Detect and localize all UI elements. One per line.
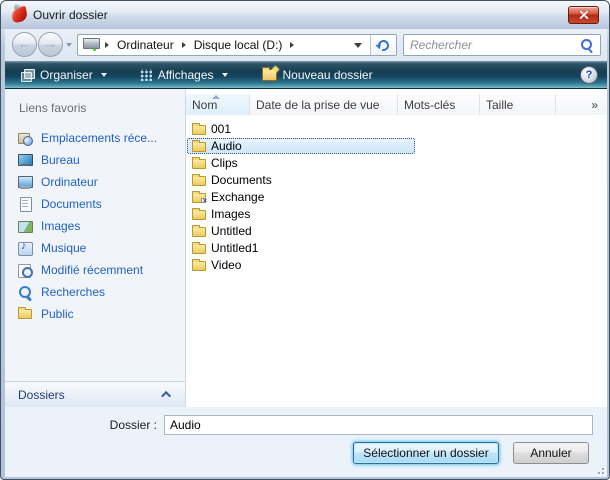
sidebar-item-documents[interactable]: Documents <box>5 193 185 215</box>
drive-icon <box>83 37 100 53</box>
folder-name-label: Dossier : <box>109 418 157 432</box>
recently-modified-icon <box>17 262 33 278</box>
command-toolbar: Organiser Affichages Nouveau dossier ? <box>5 61 607 89</box>
sidebar-item-recently-modified[interactable]: Modifié récemment <box>5 259 185 281</box>
folders-label: Dossiers <box>18 387 65 402</box>
refresh-icon <box>375 37 392 53</box>
file-row-video[interactable]: Video <box>186 256 607 273</box>
resize-grip[interactable] <box>594 464 604 474</box>
sidebar-item-recent-places[interactable]: Emplacements réce... <box>5 127 185 149</box>
recent-places-icon <box>17 130 33 146</box>
favorites-sidebar: Liens favoris Emplacements réce... Burea… <box>5 89 186 407</box>
column-header-taille[interactable]: Taille <box>480 94 556 115</box>
new-folder-icon <box>261 66 277 81</box>
folder-icon <box>192 156 206 169</box>
music-icon <box>17 240 33 256</box>
sidebar-item-computer[interactable]: Ordinateur <box>5 171 185 193</box>
new-folder-button[interactable]: Nouveau dossier <box>253 64 382 86</box>
search-box <box>403 34 601 56</box>
breadcrumb-arrow-icon[interactable] <box>105 42 109 48</box>
file-row-untitled[interactable]: Untitled <box>186 222 607 239</box>
public-folder-icon <box>17 306 33 322</box>
back-button[interactable]: ← <box>12 32 37 57</box>
file-row-untitled1[interactable]: Untitled1 <box>186 239 607 256</box>
images-icon <box>17 218 33 234</box>
search-input[interactable] <box>404 36 580 54</box>
organize-button[interactable]: Organiser <box>11 64 116 86</box>
chevron-down-icon <box>100 72 107 77</box>
titlebar[interactable]: Ouvrir dossier <box>1 1 609 29</box>
file-row-documents[interactable]: Documents <box>186 171 607 188</box>
file-row-001[interactable]: 001 <box>186 120 607 137</box>
folders-expander[interactable]: Dossiers <box>5 381 185 407</box>
address-dropdown-icon[interactable] <box>354 42 362 48</box>
new-folder-label: Nouveau dossier <box>282 67 373 82</box>
documents-icon <box>17 196 33 212</box>
breadcrumb-item-disque-local[interactable]: Disque local (D:) <box>192 36 285 54</box>
exchange-folder-icon <box>192 190 206 203</box>
organize-icon <box>20 68 35 82</box>
folder-icon <box>192 258 206 271</box>
chevron-up-icon <box>161 390 172 401</box>
file-row-exchange[interactable]: Exchange <box>186 188 607 205</box>
breadcrumb-item-ordinateur[interactable]: Ordinateur <box>115 36 176 54</box>
select-folder-button[interactable]: Sélectionner un dossier <box>353 442 499 464</box>
breadcrumb: Ordinateur Disque local (D:) <box>78 35 370 55</box>
folder-icon <box>192 139 206 152</box>
organize-label: Organiser <box>40 67 93 82</box>
sidebar-item-desktop[interactable]: Bureau <box>5 149 185 171</box>
exchange-overlay-icon <box>201 197 206 203</box>
file-list: Nom Date de la prise de vue Mots-clés Ta… <box>186 89 607 407</box>
desktop-icon <box>17 152 33 168</box>
views-label: Affichages <box>157 67 214 82</box>
close-button[interactable] <box>568 6 599 24</box>
folder-icon <box>192 122 206 135</box>
cancel-button[interactable]: Annuler <box>513 442 589 464</box>
history-dropdown-icon[interactable] <box>66 43 72 47</box>
search-icon[interactable] <box>580 38 594 52</box>
app-icon <box>9 5 29 24</box>
dialog-footer: Dossier : Sélectionner un dossier Annule… <box>5 407 607 477</box>
forward-button[interactable]: → <box>38 32 63 57</box>
folder-icon <box>192 224 206 237</box>
open-folder-dialog: Ouvrir dossier ← → Ordinateur Disque loc… <box>0 0 610 480</box>
breadcrumb-arrow-icon[interactable] <box>290 42 295 48</box>
sidebar-item-searches[interactable]: Recherches <box>5 281 185 303</box>
sort-ascending-icon <box>212 95 220 99</box>
column-header-date[interactable]: Date de la prise de vue <box>250 94 398 115</box>
sidebar-item-music[interactable]: Musique <box>5 237 185 259</box>
folder-name-input[interactable] <box>164 415 593 435</box>
navigation-bar: ← → Ordinateur Disque local (D:) <box>5 29 607 61</box>
window-title: Ouvrir dossier <box>33 8 108 22</box>
column-header-more[interactable]: » <box>556 94 607 115</box>
views-button[interactable]: Affichages <box>130 64 237 86</box>
file-rows: 001 Audio Clips Documents Exchange Image… <box>186 115 607 273</box>
address-bar: Ordinateur Disque local (D:) <box>77 34 397 56</box>
sidebar-item-images[interactable]: Images <box>5 215 185 237</box>
views-grid-icon <box>138 68 152 81</box>
column-headers: Nom Date de la prise de vue Mots-clés Ta… <box>186 94 607 115</box>
column-header-mots-cles[interactable]: Mots-clés <box>398 94 480 115</box>
chevron-down-icon <box>221 72 228 77</box>
sidebar-item-public[interactable]: Public <box>5 303 185 325</box>
computer-icon <box>17 174 33 190</box>
folder-icon <box>192 241 206 254</box>
file-row-audio[interactable]: Audio <box>186 137 607 154</box>
column-header-nom[interactable]: Nom <box>186 94 250 115</box>
folder-icon <box>192 173 206 186</box>
content-area: Liens favoris Emplacements réce... Burea… <box>5 89 607 407</box>
refresh-button[interactable] <box>370 35 396 55</box>
file-row-clips[interactable]: Clips <box>186 154 607 171</box>
breadcrumb-arrow-icon[interactable] <box>181 42 186 48</box>
file-row-images[interactable]: Images <box>186 205 607 222</box>
folder-icon <box>192 207 206 220</box>
searches-icon <box>17 284 33 300</box>
help-button[interactable]: ? <box>580 66 598 84</box>
favorites-header: Liens favoris <box>19 101 87 115</box>
